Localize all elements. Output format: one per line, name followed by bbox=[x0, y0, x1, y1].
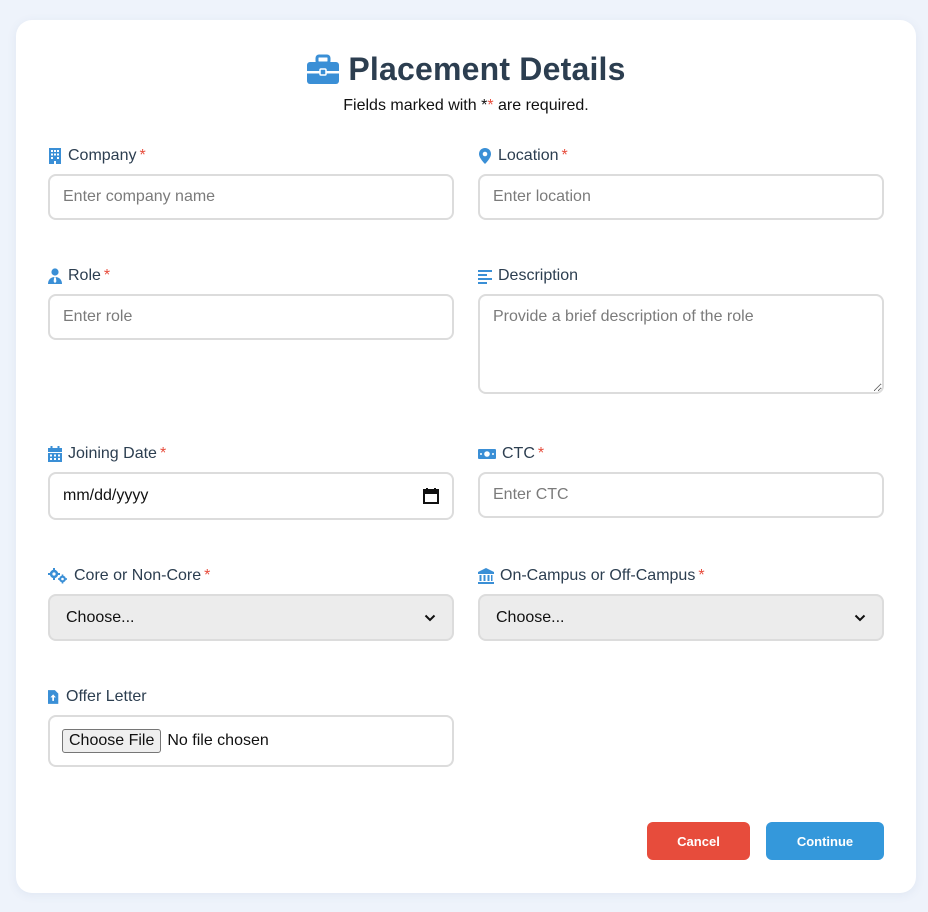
money-bill-icon bbox=[478, 449, 496, 459]
company-input[interactable] bbox=[48, 174, 454, 220]
required-mark: * bbox=[103, 267, 111, 284]
required-mark: * bbox=[561, 147, 568, 164]
campus-label-text: On-Campus or Off-Campus bbox=[500, 567, 696, 584]
location-field: Location * bbox=[478, 146, 884, 220]
location-label: Location * bbox=[478, 146, 568, 166]
offer-letter-file-input[interactable]: Choose File No file chosen bbox=[48, 715, 454, 767]
required-note: Fields marked with ** are required. bbox=[16, 97, 916, 115]
description-field: Description bbox=[478, 266, 884, 394]
calendar-icon bbox=[48, 446, 62, 462]
required-mark: * bbox=[698, 567, 705, 584]
building-icon bbox=[49, 148, 61, 164]
description-label-text: Description bbox=[498, 267, 579, 284]
user-tie-icon bbox=[48, 268, 62, 284]
company-field: Company * bbox=[48, 146, 454, 220]
joining-date-field: Joining Date * mm/dd/yyyy bbox=[48, 444, 454, 520]
choose-file-button[interactable]: Choose File bbox=[62, 729, 162, 753]
company-label: Company * bbox=[48, 146, 146, 166]
campus-field: On-Campus or Off-Campus * Choose... bbox=[478, 566, 884, 641]
calendar-picker-icon[interactable] bbox=[423, 488, 439, 504]
required-note-prefix: Fields marked with bbox=[343, 97, 482, 114]
title-row: Placement Details bbox=[16, 51, 916, 88]
role-label: Role * bbox=[48, 266, 110, 286]
briefcase-icon bbox=[307, 54, 340, 84]
core-label-text: Core or Non-Core bbox=[74, 567, 202, 584]
role-input[interactable] bbox=[48, 294, 454, 340]
align-left-icon bbox=[478, 270, 492, 284]
description-label: Description bbox=[478, 266, 578, 286]
required-mark: * bbox=[537, 445, 545, 462]
ctc-input[interactable] bbox=[478, 472, 884, 518]
core-select[interactable]: Choose... bbox=[48, 594, 454, 641]
institution-icon bbox=[478, 568, 494, 584]
location-input[interactable] bbox=[478, 174, 884, 220]
file-status: No file chosen bbox=[167, 732, 269, 749]
ctc-label: CTC * bbox=[478, 444, 544, 464]
required-mark: * bbox=[204, 567, 211, 584]
campus-label: On-Campus or Off-Campus * bbox=[478, 566, 705, 586]
joining-date-input[interactable]: mm/dd/yyyy bbox=[48, 472, 454, 520]
ctc-label-text: CTC bbox=[502, 445, 535, 462]
core-select-value: Choose... bbox=[66, 608, 135, 626]
page-title: Placement Details bbox=[348, 51, 626, 87]
continue-button[interactable]: Continue bbox=[766, 822, 884, 860]
ctc-field: CTC * bbox=[478, 444, 884, 518]
company-label-text: Company bbox=[68, 147, 137, 164]
cancel-button[interactable]: Cancel bbox=[647, 822, 750, 860]
role-label-text: Role bbox=[68, 267, 101, 284]
gears-icon bbox=[48, 568, 67, 584]
placement-form-card: Placement Details Fields marked with ** … bbox=[16, 20, 916, 893]
core-label: Core or Non-Core * bbox=[48, 566, 210, 586]
required-mark: * bbox=[139, 147, 146, 164]
campus-select-value: Choose... bbox=[496, 608, 565, 626]
map-pin-icon bbox=[479, 148, 491, 164]
chevron-down-icon bbox=[424, 614, 436, 621]
offer-letter-field: Offer Letter Choose File No file chosen bbox=[48, 687, 454, 767]
joining-date-value: mm/dd/yyyy bbox=[63, 487, 149, 504]
role-field: Role * bbox=[48, 266, 454, 340]
core-field: Core or Non-Core * Choose... bbox=[48, 566, 454, 641]
joining-date-label-text: Joining Date bbox=[68, 445, 157, 462]
required-note-suffix: are required. bbox=[493, 97, 589, 114]
location-label-text: Location bbox=[498, 147, 559, 164]
file-upload-icon bbox=[48, 690, 59, 704]
required-mark: * bbox=[159, 445, 167, 462]
chevron-down-icon bbox=[854, 614, 866, 621]
description-textarea[interactable] bbox=[478, 294, 884, 394]
joining-date-label: Joining Date * bbox=[48, 444, 166, 464]
offer-letter-label-text: Offer Letter bbox=[66, 688, 147, 705]
offer-letter-label: Offer Letter bbox=[48, 687, 147, 707]
campus-select[interactable]: Choose... bbox=[478, 594, 884, 641]
